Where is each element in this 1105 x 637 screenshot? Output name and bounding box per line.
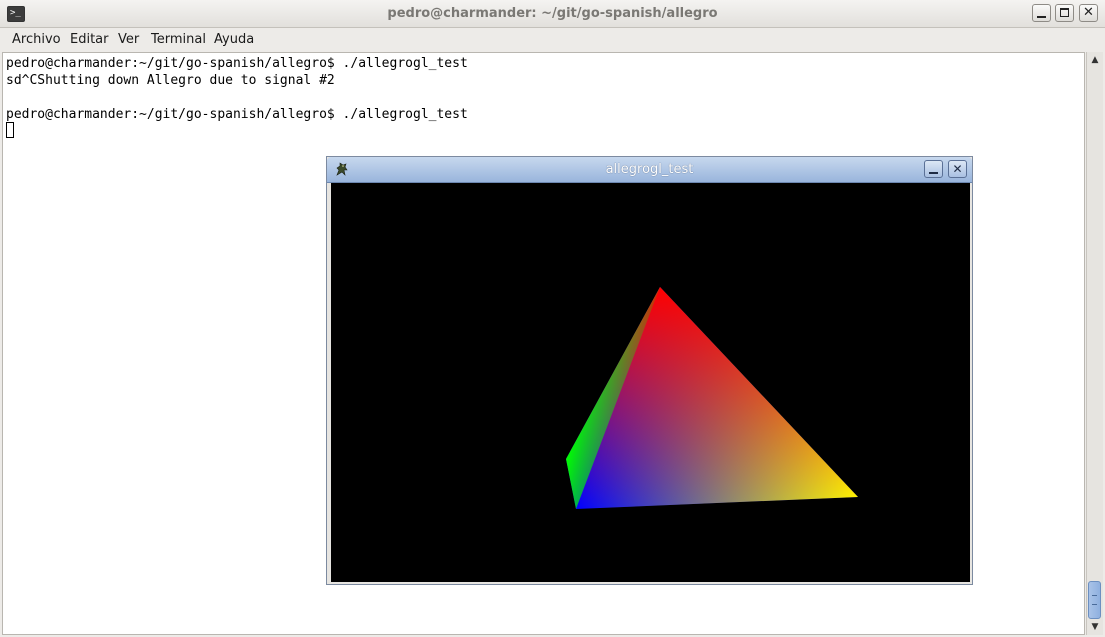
menu-archivo[interactable]: Archivo xyxy=(12,28,61,52)
rendered-triangle xyxy=(566,287,858,509)
close-icon: ✕ xyxy=(952,162,963,176)
maximize-icon xyxy=(1060,8,1069,17)
menu-terminal[interactable]: Terminal xyxy=(151,28,206,52)
opengl-canvas[interactable] xyxy=(331,183,970,582)
menu-editar[interactable]: Editar xyxy=(70,28,109,52)
terminal-line: sd^CShutting down Allegro due to signal … xyxy=(6,73,335,88)
scroll-down-icon[interactable]: ▼ xyxy=(1088,620,1102,634)
terminal-line: pedro@charmander:~/git/go-spanish/allegr… xyxy=(6,56,468,71)
scroll-up-icon[interactable]: ▲ xyxy=(1088,53,1102,67)
close-button[interactable]: ✕ xyxy=(1079,4,1098,22)
scroll-thumb[interactable] xyxy=(1088,581,1101,619)
menu-ver[interactable]: Ver xyxy=(118,28,139,52)
maximize-button[interactable] xyxy=(1055,4,1074,22)
minimize-icon xyxy=(929,172,938,174)
menu-ayuda[interactable]: Ayuda xyxy=(214,28,254,52)
allegro-window: allegrogl_test ✕ xyxy=(326,156,973,585)
allegro-title: allegrogl_test xyxy=(605,162,694,177)
close-icon: ✕ xyxy=(1083,5,1094,20)
window-title: pedro@charmander: ~/git/go-spanish/alleg… xyxy=(387,6,718,21)
allegro-minimize-button[interactable] xyxy=(924,160,943,178)
allegro-titlebar[interactable]: allegrogl_test ✕ xyxy=(327,157,972,183)
minimize-icon xyxy=(1037,16,1046,18)
allegro-close-button[interactable]: ✕ xyxy=(948,160,967,178)
vertical-scrollbar[interactable]: ▲ ▼ xyxy=(1086,52,1103,635)
text-cursor xyxy=(6,122,14,138)
menu-bar: Archivo Editar Ver Terminal Ayuda xyxy=(0,28,1105,52)
terminal-line: pedro@charmander:~/git/go-spanish/allegr… xyxy=(6,107,468,122)
minimize-button[interactable] xyxy=(1032,4,1051,22)
terminal-titlebar[interactable]: >_ pedro@charmander: ~/git/go-spanish/al… xyxy=(0,0,1105,28)
